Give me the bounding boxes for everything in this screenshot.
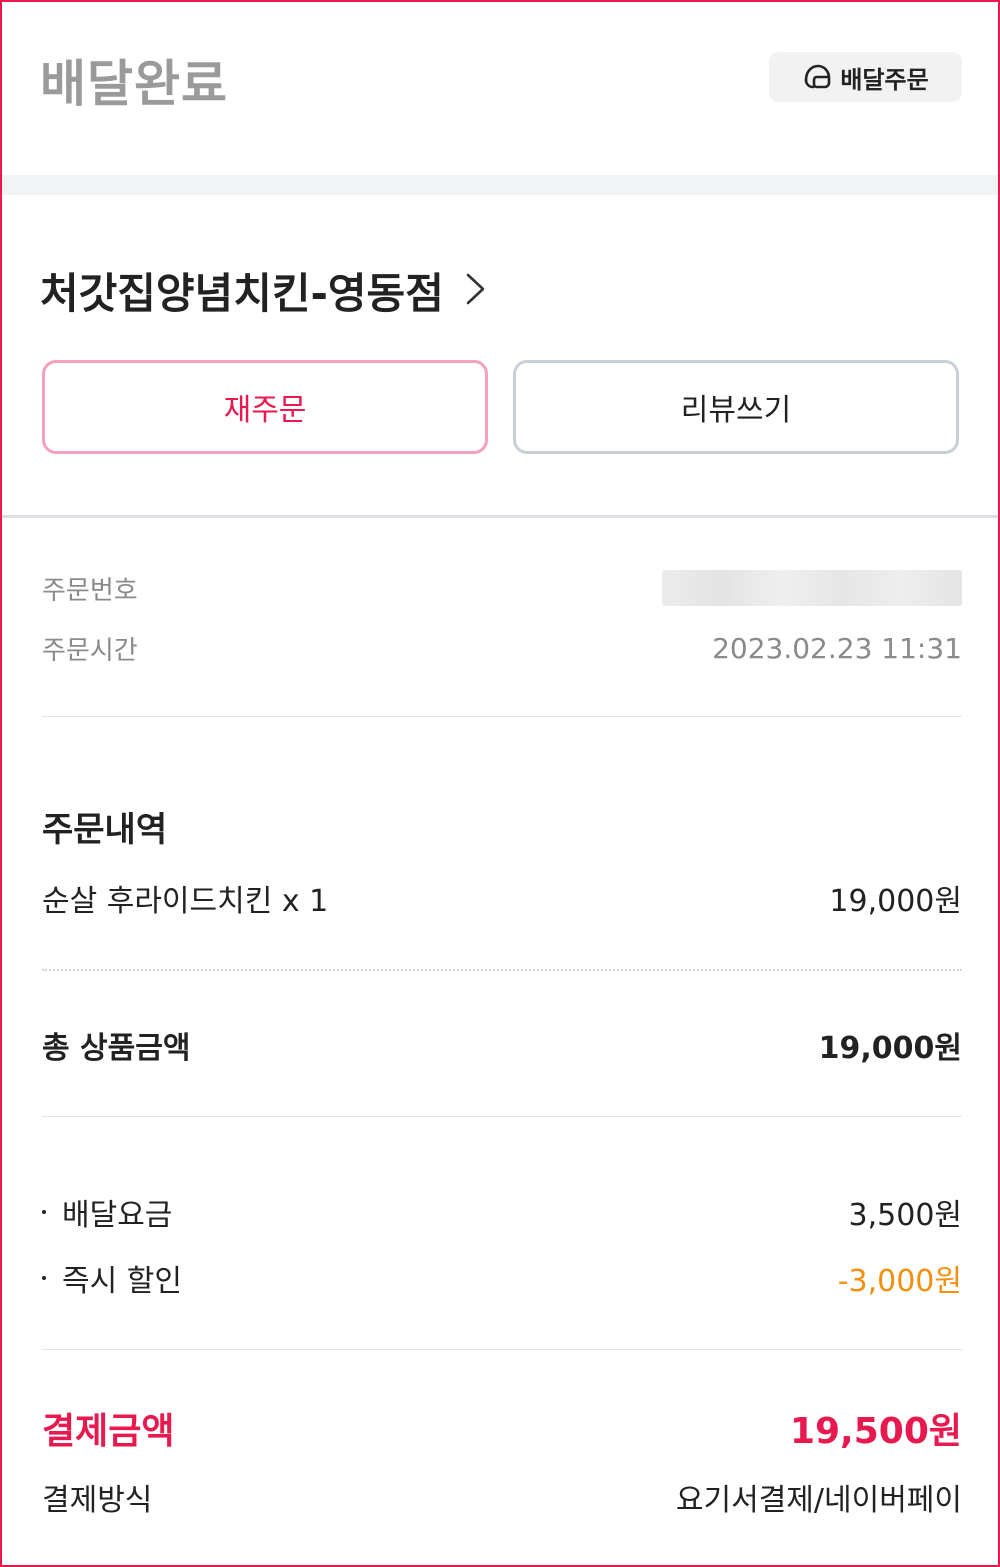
section-divider	[2, 515, 998, 518]
divider	[42, 1116, 962, 1117]
delivery-fee-label: 배달요금	[62, 1198, 173, 1233]
subtotal-value: 19,000원	[818, 1031, 962, 1066]
order-details-title: 주문내역	[42, 810, 168, 850]
order-number-label: 주문번호	[42, 575, 138, 606]
dotted-divider	[42, 969, 962, 971]
chevron-right-icon	[462, 269, 488, 313]
order-time-row: 주문시간 2023.02.23 11:31	[42, 628, 962, 668]
payment-method-value: 요기서결제/네이버페이	[675, 1483, 962, 1518]
divider	[42, 716, 962, 717]
payment-total-row: 결제금액 19,500원	[42, 1402, 962, 1454]
list-item: 순살 후라이드치킨 x 1 19,000원	[42, 876, 962, 920]
section-separator-band	[2, 175, 998, 195]
store-link[interactable]: 처갓집양념치킨-영동점	[40, 260, 488, 321]
divider	[42, 1349, 962, 1350]
payment-method-row: 결제방식 요기서결제/네이버페이	[42, 1475, 962, 1519]
instant-discount-label: 즉시 할인	[62, 1264, 182, 1299]
store-name: 처갓집양념치킨-영동점	[40, 269, 444, 318]
helmet-icon	[802, 63, 832, 91]
subtotal-row: 총 상품금액 19,000원	[42, 1023, 962, 1067]
menu-item-name: 순살 후라이드치킨 x 1	[42, 884, 329, 919]
instant-discount-row: 즉시 할인 -3,000원	[42, 1256, 962, 1300]
reorder-button[interactable]: 재주문	[42, 360, 488, 454]
delivery-order-chip-label: 배달주문	[840, 65, 929, 94]
order-status-title: 배달완료	[40, 55, 228, 113]
payment-total-label: 결제금액	[42, 1411, 175, 1452]
order-detail-screen: 배달완료 배달주문 처갓집양념치킨-영동점 재주문 리뷰쓰기 주문번호 주문시간…	[0, 0, 1000, 1567]
order-time-label: 주문시간	[42, 635, 138, 666]
menu-item-price: 19,000원	[829, 884, 962, 919]
subtotal-label: 총 상품금액	[42, 1031, 191, 1066]
bullet-icon	[42, 1210, 46, 1214]
instant-discount-value: -3,000원	[837, 1264, 962, 1299]
order-time-value: 2023.02.23 11:31	[712, 631, 962, 665]
order-number-row: 주문번호	[42, 568, 962, 608]
payment-total-value: 19,500원	[789, 1411, 962, 1452]
order-number-value-redacted	[662, 570, 962, 606]
write-review-button[interactable]: 리뷰쓰기	[513, 360, 959, 454]
delivery-fee-row: 배달요금 3,500원	[42, 1190, 962, 1234]
delivery-order-chip[interactable]: 배달주문	[769, 52, 962, 102]
delivery-fee-value: 3,500원	[848, 1198, 962, 1233]
payment-method-label: 결제방식	[42, 1483, 153, 1518]
bullet-icon	[42, 1276, 46, 1280]
